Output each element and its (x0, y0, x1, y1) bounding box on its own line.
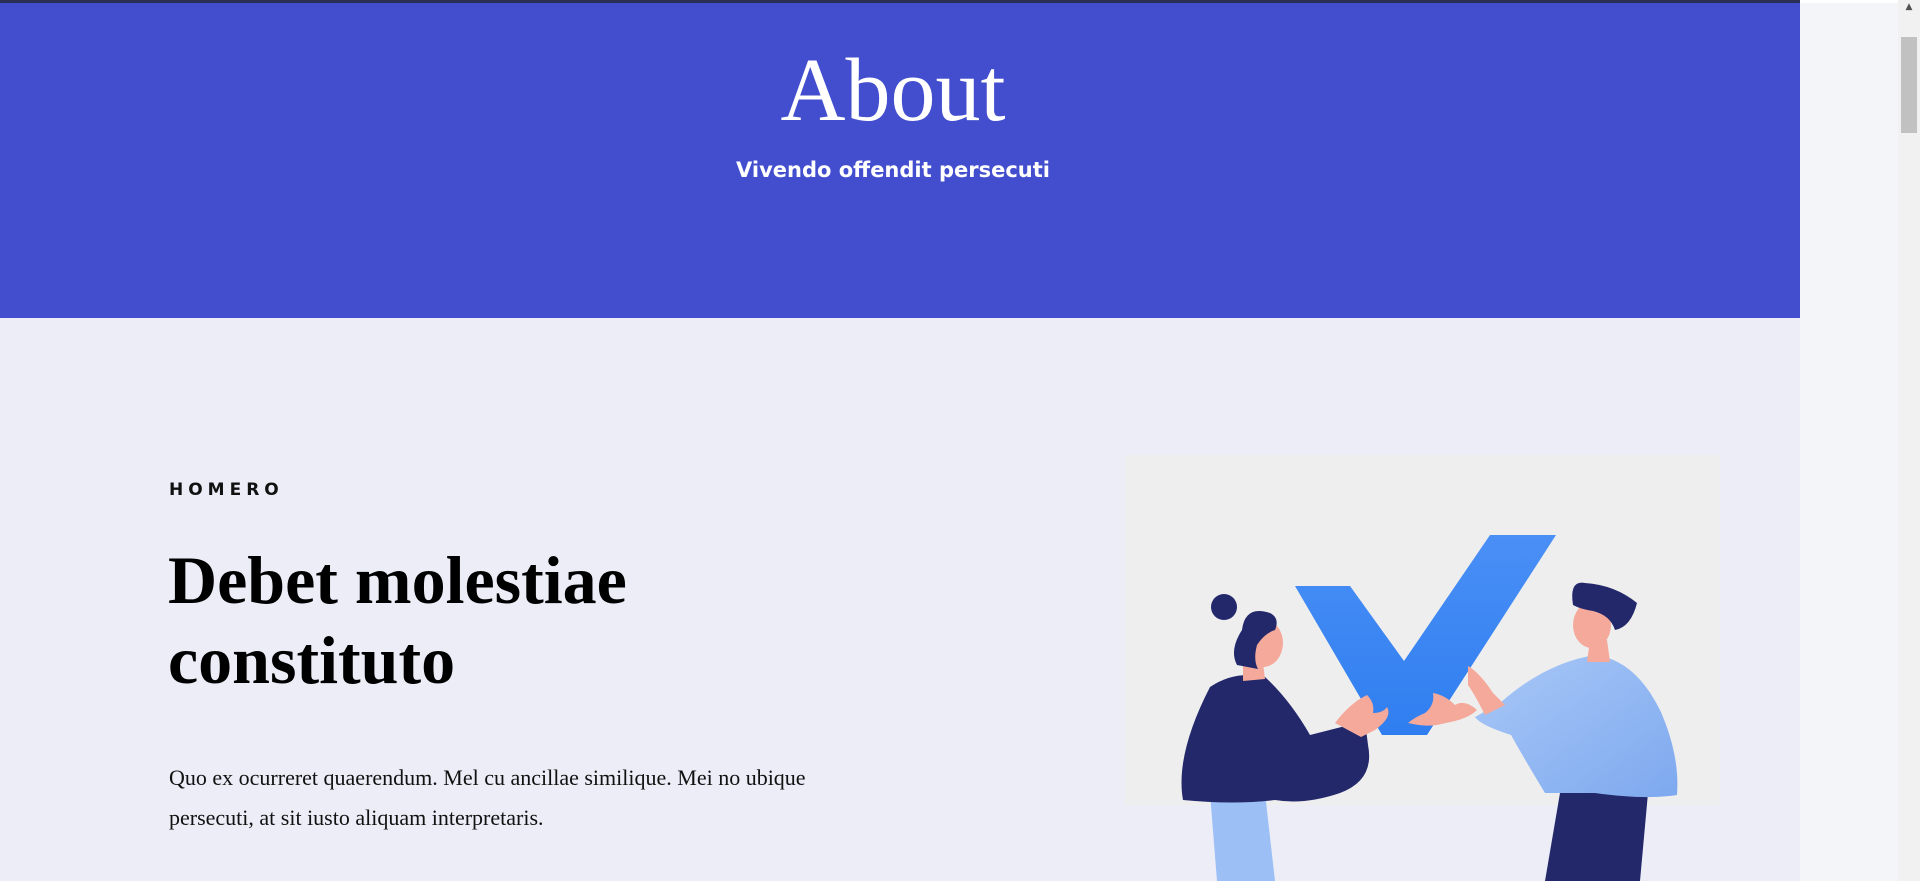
scroll-up-arrow-icon[interactable]: ▲ (1898, 0, 1920, 14)
section-headline: Debet molestiae constituto (168, 542, 627, 698)
page-subtitle: Vivendo offendit persecuti (736, 158, 1050, 182)
scrollbar-thumb[interactable] (1901, 37, 1917, 133)
checkmark-illustration (1125, 455, 1720, 881)
page-gutter (1800, 3, 1898, 881)
hero-banner: About Vivendo offendit persecuti (0, 3, 1800, 318)
page: About Vivendo offendit persecuti HOMERO … (0, 0, 1920, 881)
page-title: About (780, 41, 1006, 140)
people-holding-checkmark-image (1181, 535, 1678, 881)
section-body-text: Quo ex ocurreret quaerendum. Mel cu anci… (169, 765, 806, 830)
about-section: HOMERO Debet molestiae constituto Quo ex… (0, 318, 1800, 881)
section-eyebrow: HOMERO (169, 480, 284, 500)
vertical-scrollbar[interactable]: ▲ (1898, 0, 1920, 881)
